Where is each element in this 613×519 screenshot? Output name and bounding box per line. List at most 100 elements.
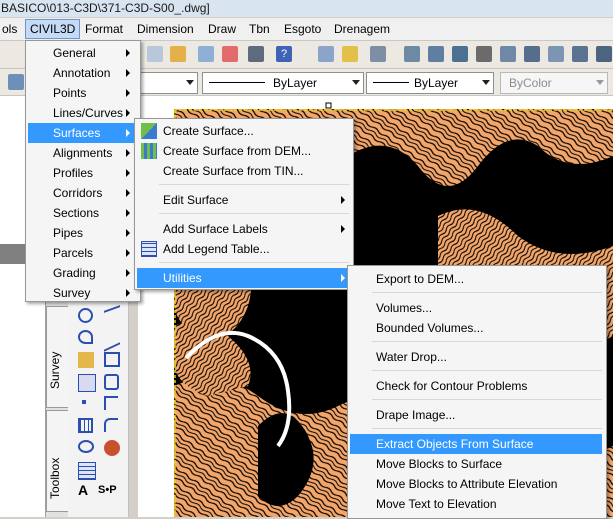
menu-item-add-surface-labels[interactable]: Add Surface Labels	[137, 219, 349, 239]
menu-esgoto[interactable]: Esgoto	[280, 20, 325, 38]
submenu-arrow-icon	[126, 49, 130, 57]
menu-item-create-surface-dem[interactable]: Create Surface from DEM...	[137, 141, 349, 161]
linetype-combo[interactable]: ByLayer	[202, 72, 364, 94]
menu-draw[interactable]: Draw	[204, 20, 240, 38]
menu-item-pipes[interactable]: Pipes	[28, 223, 136, 243]
menu-item-move-blocks-attribute[interactable]: Move Blocks to Attribute Elevation	[350, 474, 602, 494]
menu-civil3d[interactable]: CIVIL3D	[25, 19, 81, 39]
menu-item-parcels[interactable]: Parcels	[28, 243, 136, 263]
toolbar-icon-2[interactable]	[170, 46, 186, 62]
menu-item-points[interactable]: Points	[28, 83, 136, 103]
lineweight-preview	[373, 82, 409, 83]
color-value: ByColor	[509, 76, 552, 90]
tool-palette: A S•P	[68, 300, 129, 517]
menu-item-volumes[interactable]: Volumes...	[350, 298, 602, 318]
menu-format[interactable]: Format	[81, 20, 127, 38]
grid-tool-icon[interactable]	[78, 418, 93, 433]
rectangle-tool-icon[interactable]	[104, 352, 120, 367]
menu-item-grading[interactable]: Grading	[28, 263, 136, 283]
polyline-tool-icon[interactable]	[104, 326, 120, 352]
menu-tbn[interactable]: Tbn	[245, 20, 274, 38]
menu-item-bounded-volumes[interactable]: Bounded Volumes...	[350, 318, 602, 338]
insert-tool-icon[interactable]	[78, 374, 96, 392]
lineweight-value: ByLayer	[414, 76, 459, 90]
arc-tool-icon[interactable]	[78, 330, 93, 344]
chevron-down-icon	[186, 80, 194, 85]
toolbar-icon-7[interactable]	[318, 46, 334, 62]
calculator-icon[interactable]	[248, 46, 264, 62]
toolbar-icon-14[interactable]	[500, 46, 516, 62]
submenu-arrow-icon	[126, 129, 130, 137]
menu-item-create-surface[interactable]: Create Surface...	[137, 121, 349, 141]
submenu-arrow-icon	[341, 196, 345, 204]
toolbar-icon-1[interactable]	[147, 46, 163, 62]
menu-item-export-dem[interactable]: Export to DEM...	[350, 269, 602, 289]
lineweight-combo[interactable]: ByLayer	[366, 72, 494, 94]
toolbar-icon-12[interactable]	[452, 46, 468, 62]
layer-icon[interactable]	[8, 74, 24, 90]
menu-separator	[372, 370, 602, 371]
menu-item-utilities[interactable]: Utilities	[137, 268, 349, 288]
menu-separator	[159, 213, 349, 214]
menu-item-create-surface-tin[interactable]: Create Surface from TIN...	[137, 161, 349, 181]
menu-item-edit-surface[interactable]: Edit Surface	[137, 190, 349, 210]
block-tool-icon[interactable]	[78, 352, 94, 368]
toolbar-icon-4[interactable]	[222, 46, 238, 62]
toolbar-icon-15[interactable]	[524, 46, 540, 62]
submenu-arrow-icon	[341, 225, 345, 233]
menu-item-move-text-elevation[interactable]: Move Text to Elevation	[350, 494, 602, 514]
menu-item-general[interactable]: General	[28, 43, 136, 63]
color-combo[interactable]: ByColor	[500, 72, 608, 94]
sp-tool-icon[interactable]: S•P	[98, 482, 122, 498]
toolbar-icon-17[interactable]	[572, 46, 588, 62]
tab-toolbox[interactable]: Toolbox	[46, 410, 69, 512]
menu-item-extract-objects[interactable]: Extract Objects From Surface	[350, 434, 602, 454]
menu-tools[interactable]: ols	[0, 20, 21, 38]
toolbar-icon-11[interactable]	[428, 46, 444, 62]
toolbar-icon-16[interactable]	[548, 46, 564, 62]
menu-item-move-blocks-surface[interactable]: Move Blocks to Surface	[350, 454, 602, 474]
menu-item-check-contour-problems[interactable]: Check for Contour Problems	[350, 376, 602, 396]
fillet-tool-icon[interactable]	[104, 418, 118, 432]
help-icon[interactable]: ?	[276, 46, 292, 62]
submenu-arrow-icon	[126, 269, 130, 277]
menu-dimension[interactable]: Dimension	[133, 20, 198, 38]
toolbar-icon-13[interactable]	[476, 46, 492, 62]
menu-item-annotation[interactable]: Annotation	[28, 63, 136, 83]
toolbar-icon-10[interactable]	[404, 46, 420, 62]
menu-item-sections[interactable]: Sections	[28, 203, 136, 223]
menu-item-surfaces[interactable]: Surfaces	[28, 123, 136, 143]
menu-item-drape-image[interactable]: Drape Image...	[350, 405, 602, 425]
create-surface-icon	[141, 123, 157, 139]
submenu-arrow-icon	[126, 229, 130, 237]
region-tool-icon[interactable]	[104, 374, 119, 390]
ellipse-tool-icon[interactable]	[78, 440, 94, 453]
linetype-preview	[209, 82, 265, 83]
toolbar-icon-8[interactable]	[342, 46, 358, 62]
menu-separator	[372, 399, 602, 400]
circle-tool-icon[interactable]	[78, 308, 93, 323]
line-tool-icon[interactable]	[104, 305, 120, 329]
menu-item-water-drop[interactable]: Water Drop...	[350, 347, 602, 367]
hatch-tool-icon[interactable]	[104, 396, 118, 410]
menu-item-add-legend-table[interactable]: Add Legend Table...	[137, 239, 349, 259]
explode-tool-icon[interactable]	[104, 440, 120, 456]
menu-item-alignments[interactable]: Alignments	[28, 143, 136, 163]
tab-survey[interactable]: Survey	[46, 306, 69, 408]
menu-item-corridors[interactable]: Corridors	[28, 183, 136, 203]
toolbar-icon-9[interactable]	[370, 46, 386, 62]
layer-combo[interactable]	[140, 72, 198, 94]
menu-drenagem[interactable]: Drenagem	[330, 20, 394, 38]
submenu-arrow-icon	[126, 109, 130, 117]
point-tool-icon[interactable]	[82, 400, 86, 404]
submenu-arrow-icon	[126, 289, 130, 297]
toolbar-icon-18[interactable]	[596, 46, 612, 62]
toolbar-icon-3[interactable]	[198, 46, 214, 62]
menu-item-survey[interactable]: Survey	[28, 283, 136, 303]
submenu-arrow-icon	[126, 69, 130, 77]
menu-item-lines-curves[interactable]: Lines/Curves	[28, 103, 136, 123]
civil3d-menu: General Annotation Points Lines/Curves S…	[25, 40, 141, 302]
table-tool-icon[interactable]	[78, 462, 96, 480]
mtext-tool-icon[interactable]: A	[78, 482, 94, 498]
menu-item-profiles[interactable]: Profiles	[28, 163, 136, 183]
